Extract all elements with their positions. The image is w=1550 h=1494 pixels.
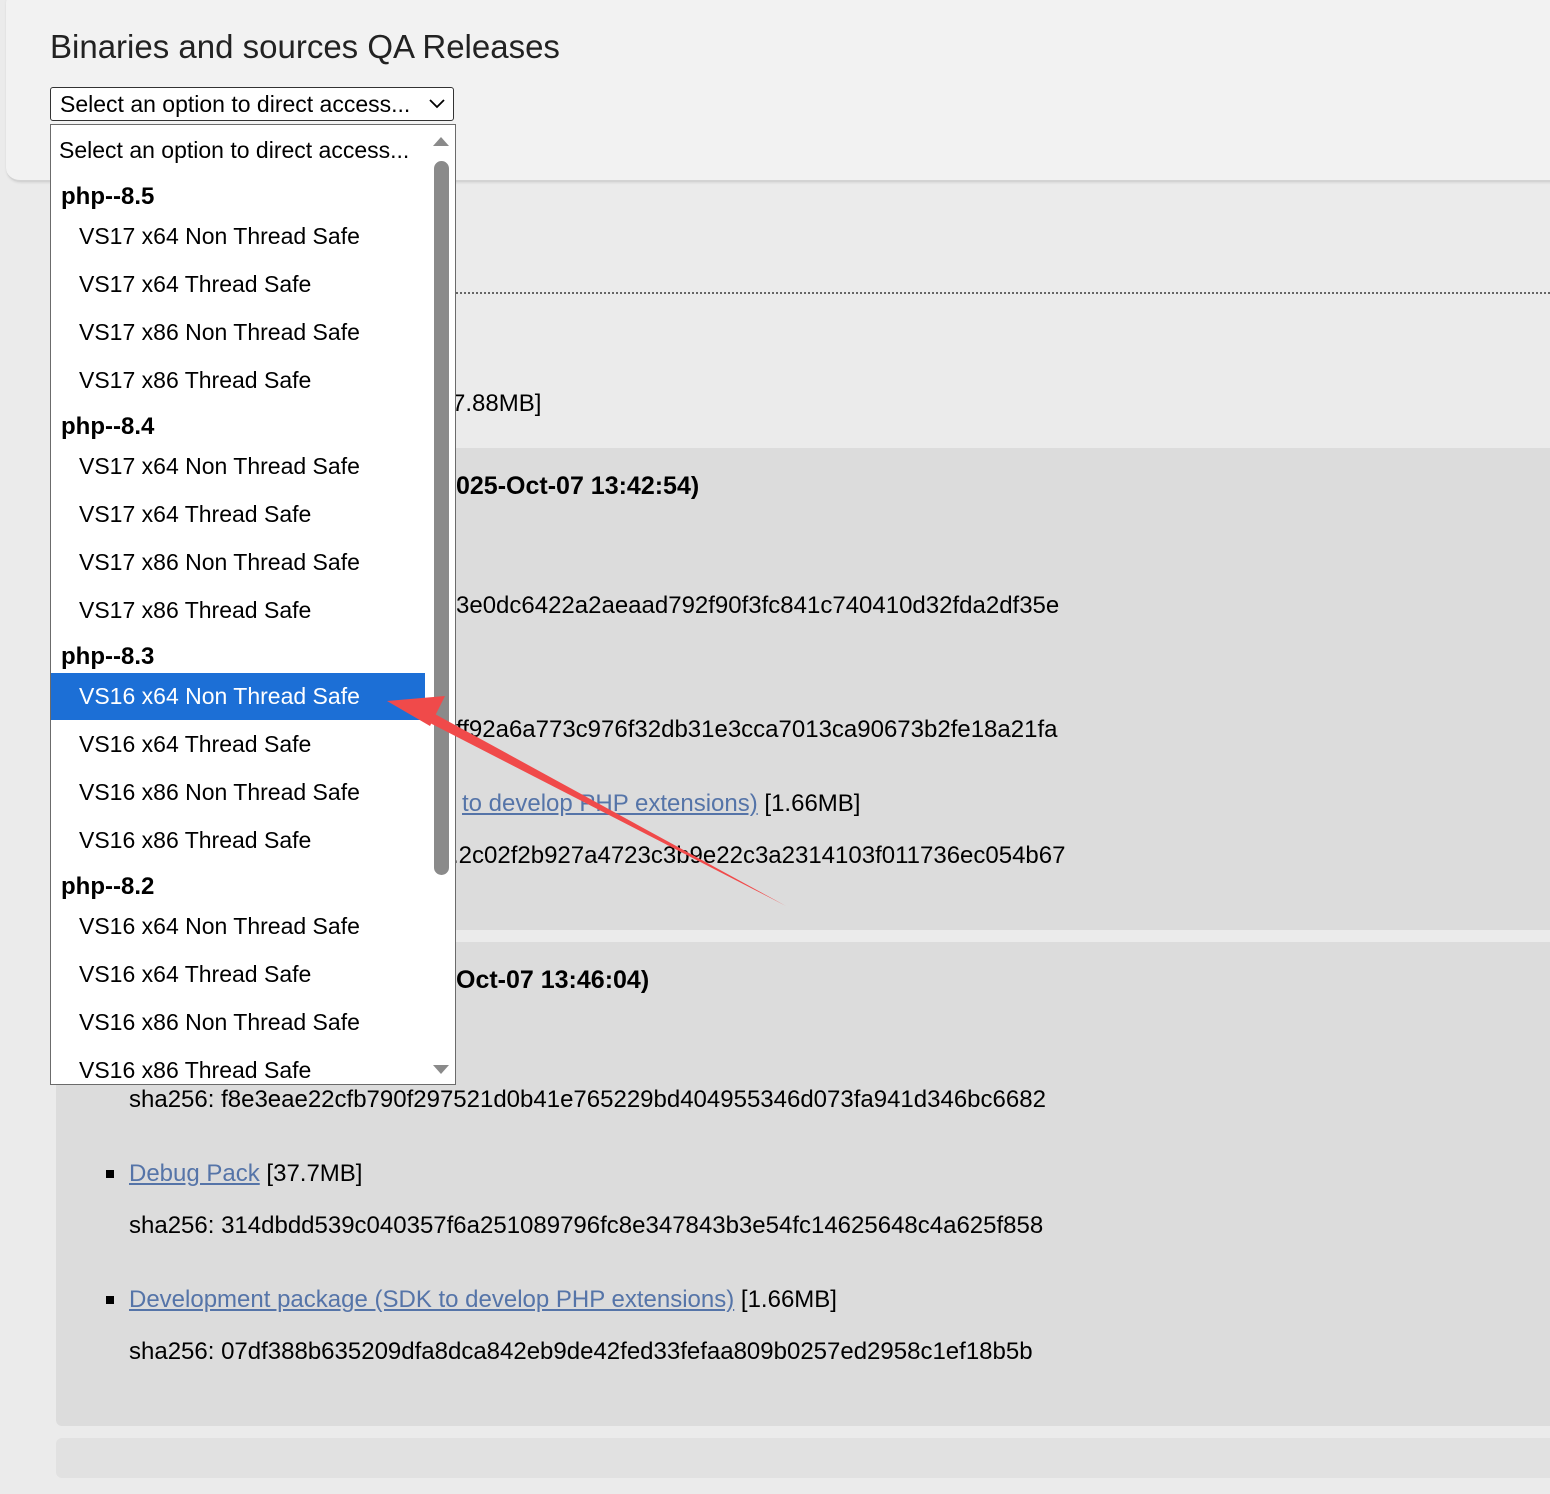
option-item[interactable]: VS17 x64 Non Thread Safe (51, 443, 425, 490)
option-item[interactable]: VS16 x64 Thread Safe (51, 951, 425, 998)
file-size: [1.66MB] (740, 1286, 837, 1313)
scroll-thumb[interactable] (434, 161, 449, 875)
release-heading: 025-Oct-07 13:42:54) (456, 472, 700, 500)
sha256-value: .2c02f2b927a4723c3b9e22c3a2314103f011736… (452, 842, 1066, 869)
page-title: Binaries and sources QA Releases (50, 28, 560, 65)
release-heading: Oct-07 13:46:04) (456, 966, 650, 994)
development-package-link[interactable]: to develop PHP extensions) (462, 790, 758, 817)
direct-access-select[interactable]: Select an option to direct access... (50, 87, 454, 121)
optgroup-label: php--8.5 (61, 183, 155, 210)
sha256-value: sha256: f8e3eae22cfb790f297521d0b41e7652… (129, 1086, 1046, 1113)
scroll-up-arrow-icon[interactable] (432, 135, 450, 147)
sha256-value: sha256: 314dbdd539c040357f6a251089796fc8… (129, 1212, 1044, 1239)
sha256-value: 3e0dc6422a2aeaad792f90f3fc841c740410d32f… (456, 592, 1060, 619)
option-item[interactable]: VS17 x64 Thread Safe (51, 491, 425, 538)
optgroup-label: php--8.2 (61, 873, 155, 900)
option-item[interactable]: VS16 x86 Thread Safe (51, 817, 425, 864)
option-item[interactable]: VS17 x86 Non Thread Safe (51, 539, 425, 586)
option-item[interactable]: VS17 x64 Non Thread Safe (51, 213, 425, 260)
option-item[interactable]: VS16 x64 Thread Safe (51, 721, 425, 768)
section-divider (456, 292, 1550, 294)
option-item[interactable]: VS16 x86 Non Thread Safe (51, 999, 425, 1046)
scroll-down-arrow-icon[interactable] (432, 1064, 450, 1076)
dropdown-scrollbar[interactable] (425, 125, 455, 1084)
option-item[interactable]: VS16 x64 Non Thread Safe (51, 903, 425, 950)
optgroup-label: php--8.4 (61, 413, 155, 440)
file-size: [37.7MB] (266, 1160, 363, 1187)
option-placeholder[interactable]: Select an option to direct access... (59, 137, 409, 164)
option-item-selected[interactable]: VS16 x64 Non Thread Safe (51, 673, 425, 720)
development-package-link[interactable]: Development package (SDK to develop PHP … (129, 1286, 734, 1313)
file-size: 7.88MB] (452, 390, 542, 417)
option-item[interactable]: VS17 x86 Non Thread Safe (51, 309, 425, 356)
sha256-value: ff92a6a773c976f32db31e3cca7013ca90673b2f… (456, 716, 1058, 743)
sha256-value: sha256: 07df388b635209dfa8dca842eb9de42f… (129, 1338, 1033, 1365)
option-item[interactable]: VS17 x86 Thread Safe (51, 587, 425, 634)
file-size: [1.66MB] (764, 790, 861, 817)
debug-pack-link[interactable]: Debug Pack (129, 1160, 260, 1187)
option-item[interactable]: VS16 x86 Thread Safe (51, 1047, 425, 1084)
list-bullet (106, 1170, 114, 1178)
option-item[interactable]: VS16 x86 Non Thread Safe (51, 769, 425, 816)
release-section (56, 1438, 1550, 1478)
select-dropdown-list[interactable]: Select an option to direct access... php… (50, 124, 456, 1085)
select-value: Select an option to direct access... (60, 91, 411, 117)
optgroup-label: php--8.3 (61, 643, 155, 670)
chevron-down-icon (429, 99, 445, 109)
option-item[interactable]: VS17 x64 Thread Safe (51, 261, 425, 308)
option-item[interactable]: VS17 x86 Thread Safe (51, 357, 425, 404)
list-bullet (106, 1296, 114, 1304)
